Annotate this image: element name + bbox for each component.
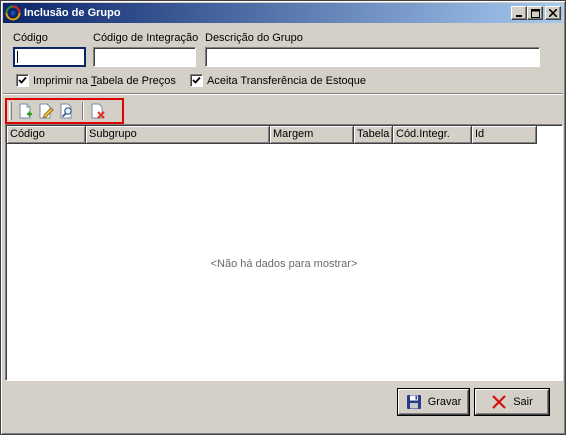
- descricao-input[interactable]: [205, 47, 540, 67]
- close-icon: [549, 9, 557, 17]
- aceita-checkbox-row[interactable]: Aceita Transferência de Estoque: [190, 74, 366, 87]
- descricao-label: Descrição do Grupo: [205, 32, 303, 44]
- column-header-cod-integr[interactable]: Cód.Integr.: [393, 126, 472, 144]
- column-header-id[interactable]: Id: [472, 126, 537, 144]
- close-icon: [491, 394, 507, 410]
- checkmark-icon: [18, 76, 27, 84]
- new-icon: [19, 103, 32, 119]
- new-button[interactable]: [15, 101, 35, 121]
- gravar-label: Gravar: [427, 396, 462, 408]
- sair-label: Sair: [513, 396, 533, 408]
- title-bar[interactable]: Inclusão de Grupo: [3, 3, 563, 23]
- close-button[interactable]: [545, 6, 561, 20]
- floppy-disk-icon: [406, 394, 422, 410]
- toolbar-grip[interactable]: [9, 102, 12, 120]
- imprimir-checkbox[interactable]: [16, 74, 29, 87]
- minimize-icon: [516, 15, 522, 17]
- codigo-integracao-label: Código de Integração: [93, 32, 199, 44]
- minimize-button[interactable]: [511, 6, 527, 20]
- app-icon: [5, 5, 21, 21]
- edit-button[interactable]: [36, 101, 56, 121]
- gravar-button[interactable]: Gravar: [398, 389, 469, 415]
- grid-toolbar: [5, 98, 124, 124]
- sair-button[interactable]: Sair: [475, 389, 549, 415]
- window-title: Inclusão de Grupo: [24, 7, 121, 19]
- codigo-input[interactable]: [13, 47, 86, 67]
- empty-grid-message: <Não há dados para mostrar>: [210, 258, 358, 270]
- dialog-window: Inclusão de Grupo Código Código de Integ…: [0, 0, 566, 435]
- delete-icon: [91, 103, 105, 119]
- column-header-margem[interactable]: Margem: [270, 126, 354, 144]
- maximize-button[interactable]: [527, 6, 543, 20]
- toolbar-separator: [82, 102, 84, 120]
- codigo-label: Código: [13, 32, 48, 44]
- codigo-integracao-input[interactable]: [93, 47, 196, 67]
- checkmark-icon: [192, 76, 201, 84]
- imprimir-checkbox-row[interactable]: Imprimir na Tabela de Preços: [16, 74, 176, 87]
- delete-button[interactable]: [88, 101, 108, 121]
- aceita-checkbox[interactable]: [190, 74, 203, 87]
- grid-header: Código Subgrupo Margem Tabela Cód.Integr…: [7, 126, 537, 144]
- maximize-icon: [530, 8, 540, 18]
- subgroup-grid[interactable]: Código Subgrupo Margem Tabela Cód.Integr…: [5, 124, 563, 381]
- search-button[interactable]: [57, 101, 77, 121]
- form-separator: [3, 93, 563, 95]
- column-header-tabela[interactable]: Tabela: [354, 126, 393, 144]
- edit-icon: [39, 103, 54, 119]
- column-header-subgrupo[interactable]: Subgrupo: [86, 126, 270, 144]
- search-icon: [60, 103, 72, 119]
- aceita-label: Aceita Transferência de Estoque: [207, 74, 366, 87]
- imprimir-label: Imprimir na Tabela de Preços: [33, 74, 176, 87]
- column-header-codigo[interactable]: Código: [7, 126, 86, 144]
